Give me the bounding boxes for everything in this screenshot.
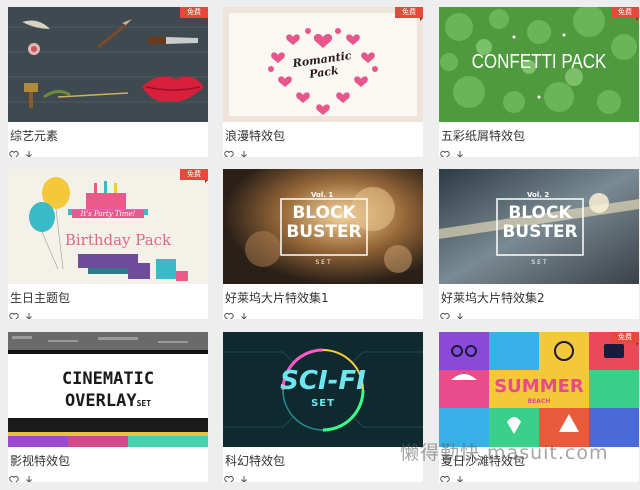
- free-badge: 免费: [611, 332, 639, 346]
- card-title[interactable]: 五彩纸屑特效包: [441, 127, 525, 144]
- thumbnail-caption: SCI-FI: [280, 366, 366, 396]
- download-icon[interactable]: [239, 145, 249, 157]
- download-icon[interactable]: [239, 307, 249, 319]
- free-badge: 免费: [395, 7, 423, 21]
- card-title[interactable]: 综艺元素: [10, 127, 58, 144]
- free-badge: 免费: [611, 7, 639, 21]
- heart-icon[interactable]: [440, 307, 450, 319]
- thumbnail-caption: BLOCK BUSTER: [286, 203, 362, 242]
- thumbnail-set-label: SET: [315, 259, 333, 266]
- card-confetti-pack[interactable]: CONFETTI PACK 免费 五彩纸屑特效包: [439, 7, 639, 157]
- heart-icon[interactable]: [9, 470, 19, 482]
- heart-icon[interactable]: [224, 470, 234, 482]
- heart-icon[interactable]: [440, 145, 450, 157]
- download-icon[interactable]: [455, 307, 465, 319]
- download-icon[interactable]: [455, 145, 465, 157]
- thumbnail-volume: Vol. 2: [527, 191, 550, 199]
- download-icon[interactable]: [239, 470, 249, 482]
- download-icon[interactable]: [24, 145, 34, 157]
- thumbnail-set-label: SET: [311, 398, 335, 409]
- card-birthday-pack[interactable]: It's Party Time! Birthday Pack 免费 生日主题包: [8, 169, 208, 319]
- card-scifi-pack[interactable]: SCI-FI SET 科幻特效包: [223, 332, 423, 482]
- heart-icon[interactable]: [9, 145, 19, 157]
- thumbnail-subcaption: BEACH: [527, 398, 551, 405]
- card-title[interactable]: 影视特效包: [10, 452, 70, 469]
- card-title[interactable]: 好莱坞大片特效集1: [225, 289, 329, 306]
- heart-icon[interactable]: [224, 307, 234, 319]
- card-title[interactable]: 科幻特效包: [225, 452, 285, 469]
- thumbnail-subcaption: It's Party Time!: [72, 210, 144, 218]
- thumbnail-caption: CINEMATIC OVERLAYSET: [61, 369, 155, 411]
- card-blockbuster-vol2[interactable]: Vol. 2 BLOCK BUSTER SET 好莱坞大片特效集2: [439, 169, 639, 319]
- download-icon[interactable]: [24, 470, 34, 482]
- free-badge: 免费: [180, 7, 208, 21]
- download-icon[interactable]: [24, 307, 34, 319]
- watermark: 懒得勤快 masuit.com: [400, 442, 609, 464]
- card-blockbuster-vol1[interactable]: Vol. 1 BLOCK BUSTER SET 好莱坞大片特效集1: [223, 169, 423, 319]
- download-icon[interactable]: [455, 470, 465, 482]
- card-romantic-pack[interactable]: Romantic Pack 免费 浪漫特效包: [223, 7, 423, 157]
- card-variety-elements[interactable]: 免费 综艺元素: [8, 7, 208, 157]
- thumbnail-caption: SUMMER: [494, 376, 584, 397]
- card-title[interactable]: 浪漫特效包: [225, 127, 285, 144]
- heart-icon[interactable]: [9, 307, 19, 319]
- thumbnail-set-label: SET: [531, 259, 549, 266]
- heart-icon[interactable]: [440, 470, 450, 482]
- thumbnail-caption: BLOCK BUSTER: [502, 203, 578, 242]
- thumbnail-caption: Birthday Pack: [64, 231, 172, 249]
- thumbnail-variety-elements[interactable]: [8, 7, 208, 122]
- thumbnail-birthday-pack[interactable]: [8, 169, 208, 284]
- free-badge: 免费: [180, 169, 208, 183]
- card-title[interactable]: 生日主题包: [10, 289, 70, 306]
- thumbnail-volume: Vol. 1: [311, 191, 334, 199]
- card-cinematic-overlay[interactable]: CINEMATIC OVERLAYSET 影视特效包: [8, 332, 208, 482]
- heart-icon[interactable]: [224, 145, 234, 157]
- card-title[interactable]: 好莱坞大片特效集2: [441, 289, 545, 306]
- thumbnail-caption: CONFETTI PACK: [471, 51, 607, 73]
